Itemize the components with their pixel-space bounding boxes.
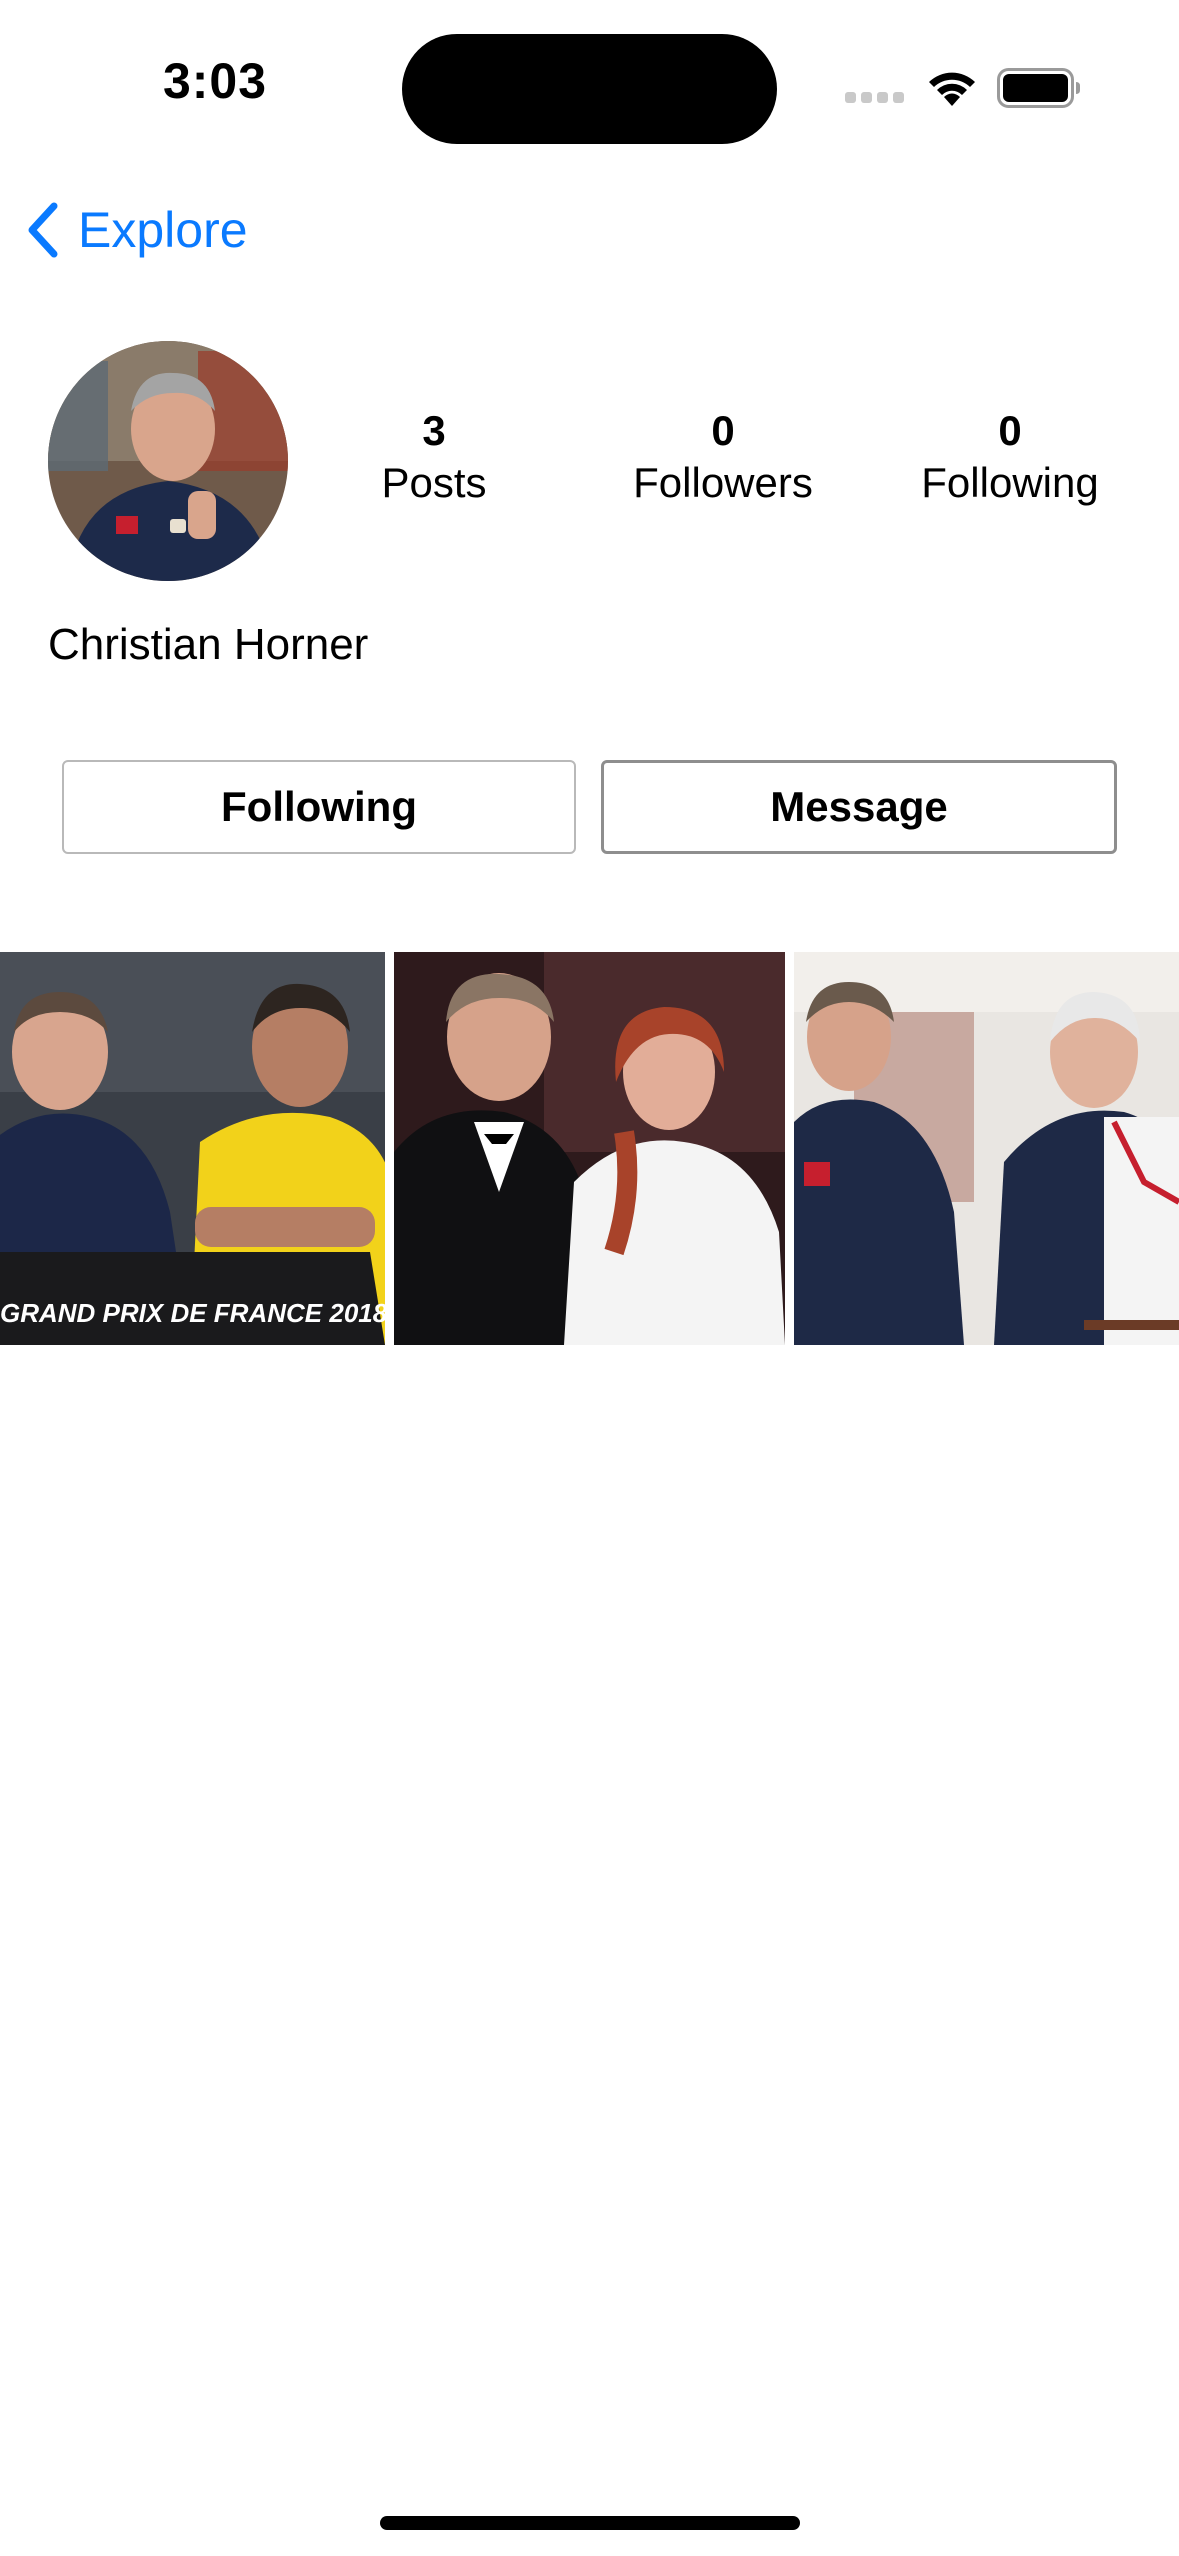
battery-icon <box>997 68 1080 108</box>
stat-posts[interactable]: 3 Posts <box>334 405 534 509</box>
stat-followers-value: 0 <box>711 407 735 454</box>
back-label: Explore <box>78 202 248 258</box>
status-bar: 3:03 <box>0 0 1179 170</box>
message-button[interactable]: Message <box>601 760 1117 854</box>
back-button[interactable]: Explore <box>24 190 248 270</box>
stat-followers-label: Followers <box>633 459 813 506</box>
wifi-icon <box>929 72 975 106</box>
stat-following-value: 0 <box>998 407 1022 454</box>
stat-posts-value: 3 <box>422 407 446 454</box>
post-caption-text: GRAND PRIX DE FRANCE 2018 <box>0 1298 385 1328</box>
cellular-signal-icon <box>845 92 905 106</box>
profile-name: Christian Horner <box>48 620 369 669</box>
home-indicator[interactable] <box>380 2516 800 2530</box>
stat-posts-label: Posts <box>381 459 487 506</box>
dynamic-island <box>402 34 777 144</box>
chevron-left-icon <box>28 202 58 258</box>
profile-avatar[interactable] <box>48 341 288 581</box>
stat-followers[interactable]: 0 Followers <box>608 405 838 509</box>
post-thumbnail[interactable]: GRAND PRIX DE FRANCE 2018 <box>0 952 385 1345</box>
status-time: 3:03 <box>162 53 268 109</box>
post-grid: GRAND PRIX DE FRANCE 2018 <box>0 952 1179 1345</box>
stat-following[interactable]: 0 Following <box>900 405 1120 509</box>
stat-following-label: Following <box>921 459 1099 506</box>
following-button[interactable]: Following <box>62 760 576 854</box>
post-thumbnail[interactable] <box>394 952 785 1345</box>
post-thumbnail[interactable] <box>794 952 1179 1345</box>
